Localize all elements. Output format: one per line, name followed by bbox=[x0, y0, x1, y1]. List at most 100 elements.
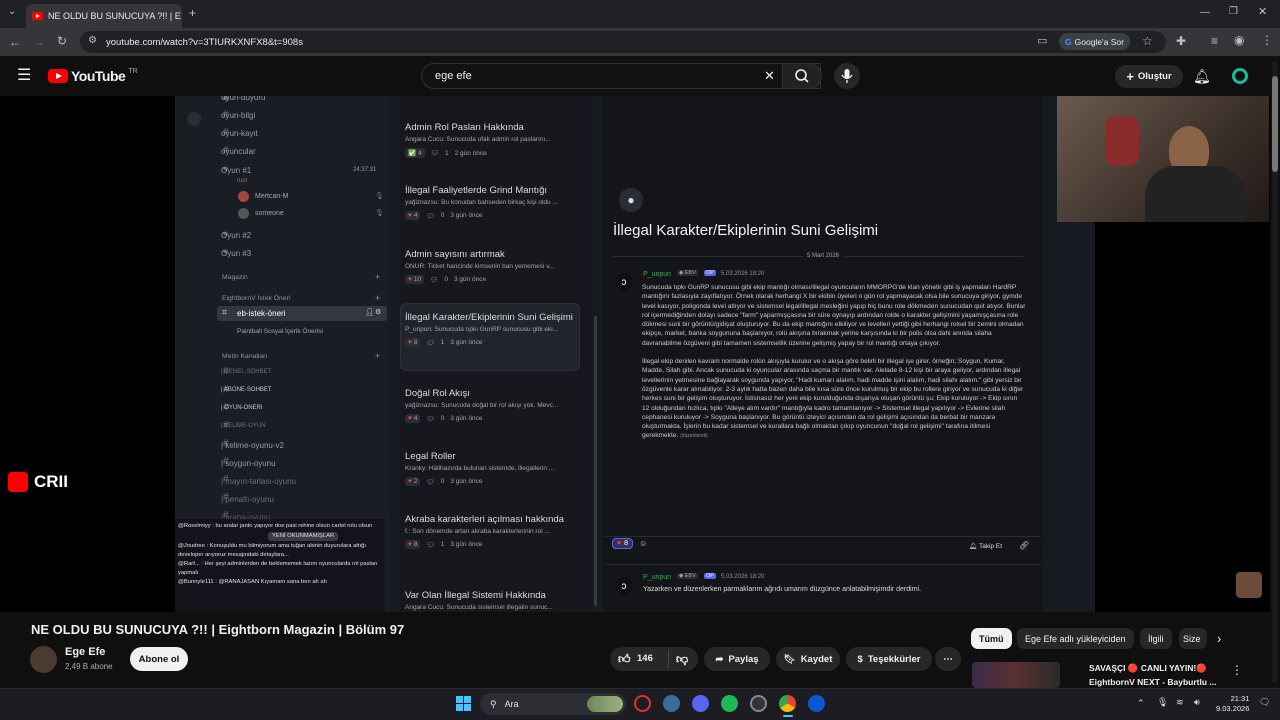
subscribe-button[interactable]: Abone ol bbox=[130, 647, 188, 671]
settings-gear-icon[interactable]: ⚙ bbox=[375, 308, 381, 316]
app-icon[interactable] bbox=[808, 695, 825, 712]
discord-icon[interactable] bbox=[692, 695, 709, 712]
channel-item[interactable]: | ABONE-SOHBET bbox=[221, 387, 272, 393]
voice-channel-item[interactable]: Oyun #2 bbox=[221, 231, 251, 240]
hamburger-menu-icon[interactable]: ☰ bbox=[17, 68, 31, 84]
app-icon[interactable] bbox=[663, 695, 680, 712]
channel-item[interactable]: | mayın-tarlası-oyunu bbox=[221, 477, 296, 486]
thread-card[interactable]: Legal Roller Kranky: Hâlihazırda bulunan… bbox=[405, 451, 583, 486]
channel-avatar[interactable] bbox=[30, 646, 57, 673]
channel-item[interactable]: | kelime-oyunu-v2 bbox=[221, 441, 284, 450]
active-thread-item[interactable]: Paintball Sosyal İçerik Önerisi bbox=[237, 328, 323, 335]
clear-search-icon[interactable]: ✕ bbox=[764, 68, 775, 84]
channel-branding-avatar[interactable] bbox=[1236, 572, 1262, 598]
voice-user[interactable]: someone bbox=[255, 210, 284, 217]
channel-item[interactable]: | KELIME-OYUN bbox=[221, 423, 266, 429]
thread-card[interactable]: İllegal Karakter/Ekiplerinin Suni Gelişi… bbox=[405, 312, 583, 347]
channel-item[interactable]: | OYUN-ONERI bbox=[221, 405, 263, 411]
search-button[interactable] bbox=[782, 63, 822, 89]
profile-avatar-icon[interactable]: ◉ bbox=[1234, 34, 1244, 46]
account-avatar[interactable] bbox=[1232, 68, 1248, 84]
reaction-heart[interactable]: ♥ 4 bbox=[405, 414, 421, 423]
channel-item[interactable]: oyun-kayıt bbox=[221, 129, 258, 138]
channel-item[interactable]: | GENEL-SOHBET bbox=[221, 369, 271, 375]
recommended-menu-icon[interactable]: ⋮ bbox=[1231, 663, 1243, 677]
page-scrollbar[interactable] bbox=[1272, 62, 1278, 682]
reaction-heart[interactable]: ♥ 8 bbox=[405, 338, 421, 347]
extensions-icon[interactable]: ✚ bbox=[1176, 35, 1186, 47]
create-button[interactable]: + Oluştur bbox=[1115, 65, 1183, 88]
cast-icon[interactable]: ▭ bbox=[1037, 36, 1047, 47]
share-button[interactable]: ➦ Paylaş bbox=[704, 647, 770, 671]
youtube-logo[interactable]: YouTube TR bbox=[48, 68, 138, 84]
like-button[interactable]: 👍︎ bbox=[618, 652, 631, 667]
chips-next-icon[interactable]: › bbox=[1217, 631, 1221, 646]
thread-card[interactable]: İllegal Faaliyetlerde Grind Mantığı yaği… bbox=[405, 185, 583, 220]
voice-channel-item[interactable]: Oyun #3 bbox=[221, 249, 251, 258]
bookmark-star-icon[interactable]: ☆ bbox=[1142, 35, 1153, 47]
media-controls-icon[interactable]: ≡ bbox=[1211, 35, 1218, 47]
active-channel-name[interactable]: eb-istek-öneri bbox=[237, 309, 285, 318]
chrome-icon[interactable] bbox=[779, 695, 796, 712]
recommended-subtitle[interactable]: EightbornV NEXT - Bayburtlu ... bbox=[1089, 677, 1217, 687]
reaction-heart[interactable]: ♥ 10 bbox=[405, 275, 425, 284]
site-info-icon[interactable]: ⚙ bbox=[88, 36, 97, 46]
recommended-title[interactable]: SAVAŞÇI 🔴 CANLI YAYIN!🔴 bbox=[1089, 663, 1207, 674]
voice-user[interactable]: Mertcan-M bbox=[255, 193, 288, 200]
follow-button[interactable]: 🔔︎ Takip Et bbox=[969, 542, 1002, 550]
add-reaction-icon[interactable]: ☺ bbox=[639, 539, 647, 548]
reaction-heart[interactable]: ♥ 2 bbox=[405, 477, 421, 486]
volume-icon[interactable]: 🔊︎ bbox=[1194, 697, 1200, 708]
notifications-bell-icon[interactable]: 🔔︎ bbox=[1193, 68, 1211, 85]
browser-tab[interactable]: NE OLDU BU SUNUCUYA ?!! | E 🔊 ✕ bbox=[26, 4, 182, 28]
channel-item[interactable]: oyuncular bbox=[221, 147, 256, 156]
new-tab-icon[interactable]: + bbox=[189, 7, 196, 19]
search-input[interactable]: ege efe ✕ bbox=[421, 63, 821, 89]
minimize-icon[interactable]: — bbox=[1200, 8, 1210, 18]
category-metin[interactable]: Metin Kanalları bbox=[222, 353, 267, 360]
thread-card[interactable]: Akraba karakterleri açılması hakkında f.… bbox=[405, 514, 583, 549]
taskbar-search[interactable]: ⚲ Ara bbox=[480, 693, 626, 715]
taskbar-clock[interactable]: 21:31 9.03.2026 bbox=[1216, 694, 1249, 714]
channel-name[interactable]: Ege Efe bbox=[65, 646, 105, 658]
channel-item[interactable]: | penaltı-oyunu bbox=[221, 495, 274, 504]
back-icon[interactable]: ← bbox=[9, 36, 21, 48]
chip-all[interactable]: Tümü bbox=[971, 628, 1012, 649]
channel-item[interactable]: oyun-duyuru bbox=[221, 96, 265, 102]
chrome-menu-icon[interactable]: ⋮ bbox=[1261, 34, 1273, 46]
tab-search-icon[interactable]: ⌄ bbox=[8, 7, 16, 17]
windows-start-icon[interactable] bbox=[455, 695, 472, 712]
thread-card[interactable]: Doğal Rol Akışı yağiznazsu: Sunucuda doğ… bbox=[405, 388, 583, 423]
category-magazin[interactable]: Magazin bbox=[222, 274, 248, 281]
app-icon[interactable] bbox=[750, 695, 767, 712]
reaction-heart[interactable]: ♥ 4 bbox=[405, 211, 421, 220]
reaction-check[interactable]: ✅ 4 bbox=[405, 148, 425, 158]
add-channel-icon[interactable]: + bbox=[375, 293, 380, 303]
thread-card[interactable]: Admin Rol Pasları Hakkında Angara Cucu: … bbox=[405, 122, 583, 158]
spotify-icon[interactable] bbox=[721, 695, 738, 712]
voice-search-button[interactable] bbox=[834, 63, 860, 89]
author-avatar[interactable]: ↄ bbox=[615, 273, 633, 291]
page-scrollbar-thumb[interactable] bbox=[1272, 76, 1278, 172]
save-button[interactable]: 🔖︎ Kaydet bbox=[776, 647, 840, 671]
thanks-button[interactable]: $ Teşekkürler bbox=[846, 647, 932, 671]
forward-icon[interactable]: → bbox=[33, 36, 45, 48]
chip-for-you[interactable]: Size bbox=[1179, 628, 1207, 649]
thread-card[interactable]: Var Olan İllegal Sistemi Hakkında Angara… bbox=[405, 590, 583, 611]
unread-badge[interactable]: YENİ OKUNMAMIŞLAR bbox=[268, 532, 339, 541]
url-field[interactable]: ⚙ youtube.com/watch?v=3TIURKXNFX8&t=908s bbox=[80, 31, 1166, 53]
thread-list-scrollbar[interactable] bbox=[594, 316, 597, 606]
reaction-heart[interactable]: ♥ 8 bbox=[612, 538, 634, 549]
voice-channel-item[interactable]: Oyun #1 bbox=[221, 166, 251, 175]
post-author[interactable]: P_unpun bbox=[643, 271, 671, 278]
author-avatar[interactable]: ↄ bbox=[615, 577, 633, 595]
server-icon[interactable] bbox=[187, 112, 201, 126]
video-player[interactable]: CRII 🔊︎ oyun-duyuru # oyun-bilgi # oyun-… bbox=[0, 96, 1270, 612]
chip-related[interactable]: İlgili bbox=[1140, 628, 1172, 649]
maximize-icon[interactable]: ❐ bbox=[1229, 7, 1238, 17]
copy-link-icon[interactable]: 🔗︎ bbox=[1019, 541, 1029, 550]
category-istek[interactable]: EightbornV İstek Önerí bbox=[222, 295, 291, 302]
add-channel-icon[interactable]: + bbox=[375, 351, 380, 361]
google-sor-button[interactable]: G Google'a Sor bbox=[1059, 33, 1130, 50]
reaction-heart[interactable]: ♥ 8 bbox=[405, 540, 421, 549]
